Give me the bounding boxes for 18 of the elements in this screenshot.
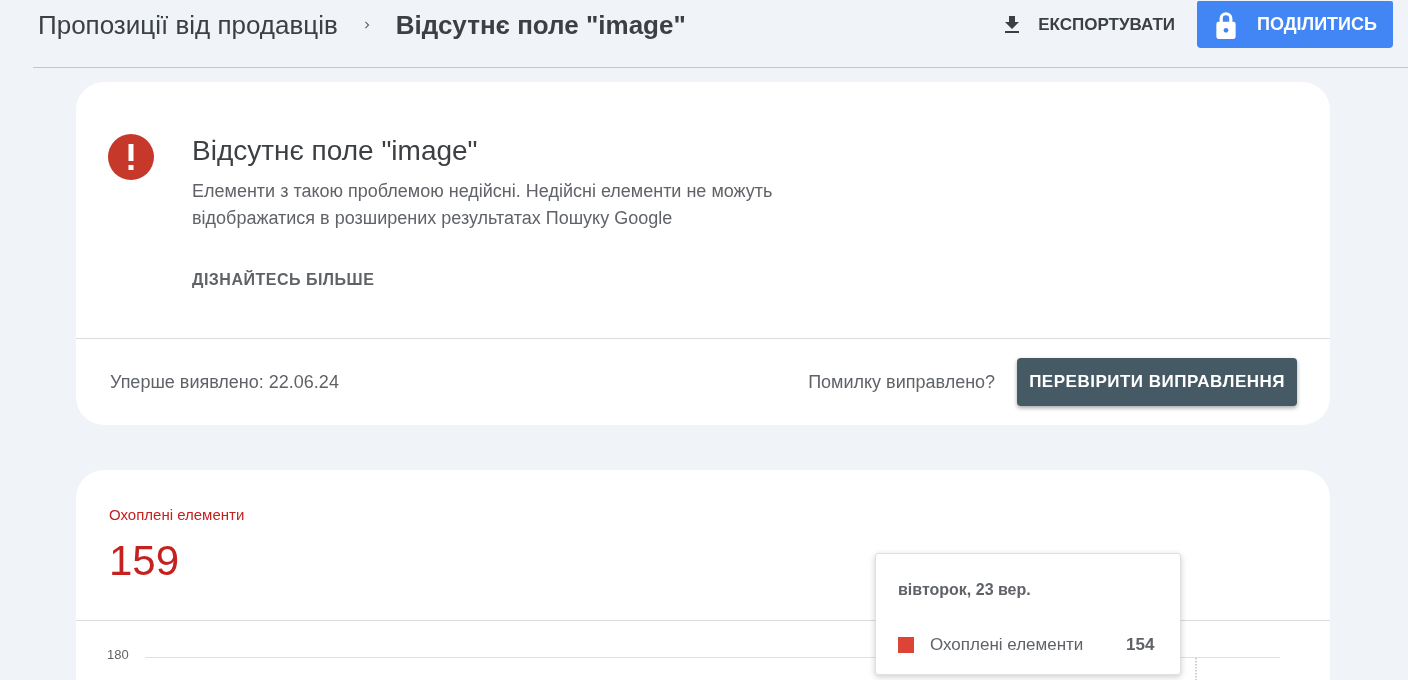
first-detected-text: Уперше виявлено: 22.06.24 [110,370,340,394]
metric-value: 159 [109,536,181,585]
breadcrumb-item[interactable]: Пропозиції від продавців [38,5,338,45]
legend-swatch [898,636,914,653]
series-name: Охоплені елементи [930,634,1085,656]
breadcrumb-item: Відсутнє поле "image" [395,8,686,42]
export-button[interactable]: ЕКСПОРТУВАТИ [992,2,1184,48]
learn-more-link[interactable]: ДІЗНАЙТЕСЬ БІЛЬШЕ [192,268,375,292]
issue-title: Відсутнє поле "image" [192,134,479,168]
issue-description: Елементи з такою проблемою недійсні. Недійсні елементи не можуть відображатися в розширених результатах Пошуку Google [192,180,774,230]
validate-fix-button[interactable]: ПЕРЕВІРИТИ ВИПРАВЛЕННЯ [1017,358,1297,406]
error-icon [108,134,154,180]
series-value: 154 [1126,634,1155,656]
axis-tick-label: 180 [107,646,130,664]
share-button[interactable]: ПОДІЛИТИСЬ [1197,1,1393,48]
tooltip-date: вівторок, 23 вер. [898,580,1032,600]
fixed-question: Помилку виправлено? [808,370,996,394]
metric-label: Охоплені елементи [109,505,246,525]
